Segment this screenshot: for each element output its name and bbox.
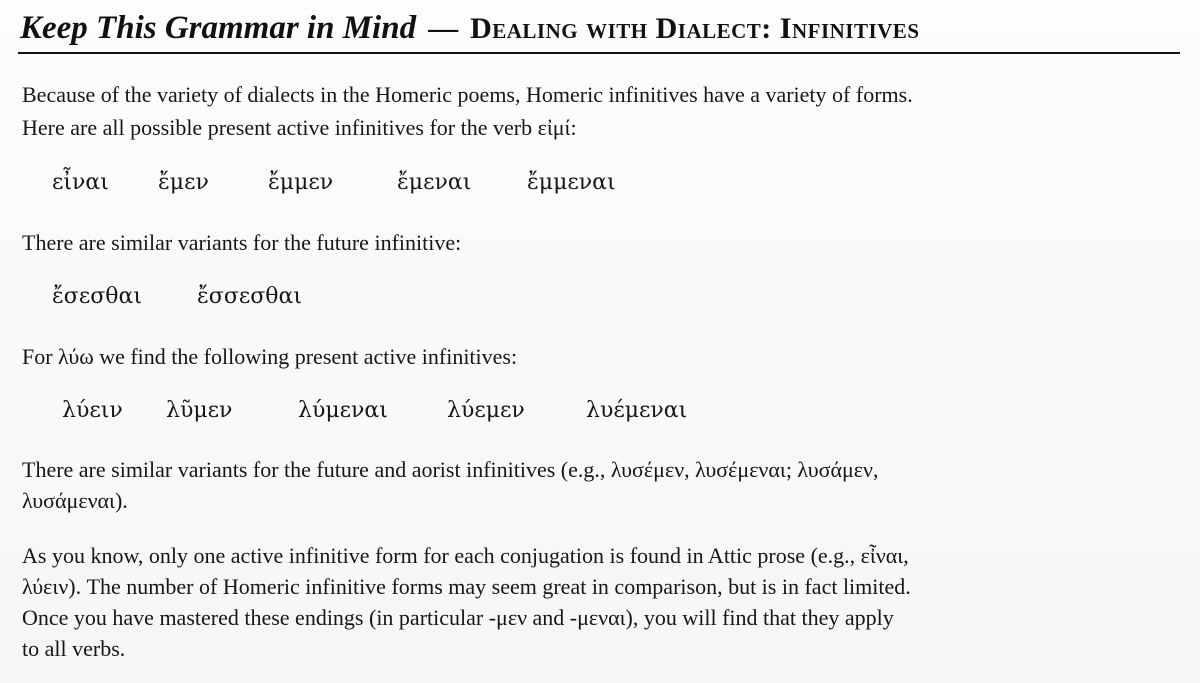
paragraph-line: As you know, only one active infinitive …: [22, 543, 909, 568]
paragraph-line: For λύω we find the following present ac…: [22, 344, 518, 369]
paragraph-line: Once you have mastered these endings (in…: [22, 605, 894, 630]
paragraph-line: There are similar variants for the futur…: [22, 230, 462, 255]
heading-title: Keep This Grammar in Mind: [20, 10, 417, 46]
greek-form: λύεμεν: [447, 398, 525, 423]
paragraph-line: Here are all possible present active inf…: [22, 115, 577, 140]
paragraph-intro: Because of the variety of dialects in th…: [22, 78, 1182, 144]
greek-form: λύμεναι: [298, 398, 388, 423]
heading-rule: [18, 52, 1180, 54]
heading-subtitle: Dealing with Dialect: Infinitives: [470, 12, 920, 45]
greek-form: ἔμμεναι: [527, 170, 616, 195]
paragraph-luo: For λύω we find the following present ac…: [22, 340, 1182, 373]
greek-form: ἔσσεσθαι: [197, 284, 302, 309]
textbook-page: Keep This Grammar in Mind — Dealing with D…: [0, 0, 1200, 683]
paragraph-line: Because of the variety of dialects in th…: [22, 82, 913, 107]
greek-form: λυέμεναι: [586, 398, 688, 423]
greek-form: λῦμεν: [166, 398, 233, 423]
greek-form: λύειν: [62, 398, 123, 423]
paragraph-line: λυσάμεναι).: [22, 488, 128, 513]
greek-form: ἔμμεν: [268, 170, 334, 195]
paragraph-line: to all verbs.: [22, 636, 126, 661]
greek-form: ἔμεναι: [397, 170, 472, 195]
greek-form: ἔμεν: [158, 170, 209, 195]
greek-form: ἔσεσθαι: [52, 284, 142, 309]
paragraph-aorist: There are similar variants for the futur…: [22, 454, 1182, 516]
paragraph-line: λύειν). The number of Homeric infinitive…: [22, 574, 911, 599]
heading-dash: —: [428, 12, 459, 45]
greek-form: εἶναι: [52, 170, 109, 195]
section-heading: Keep This Grammar in Mind — Dealing with D…: [20, 10, 1180, 47]
paragraph-future: There are similar variants for the futur…: [22, 226, 1182, 259]
paragraph-attic: As you know, only one active infinitive …: [22, 540, 1182, 664]
paragraph-line: There are similar variants for the futur…: [22, 457, 879, 482]
